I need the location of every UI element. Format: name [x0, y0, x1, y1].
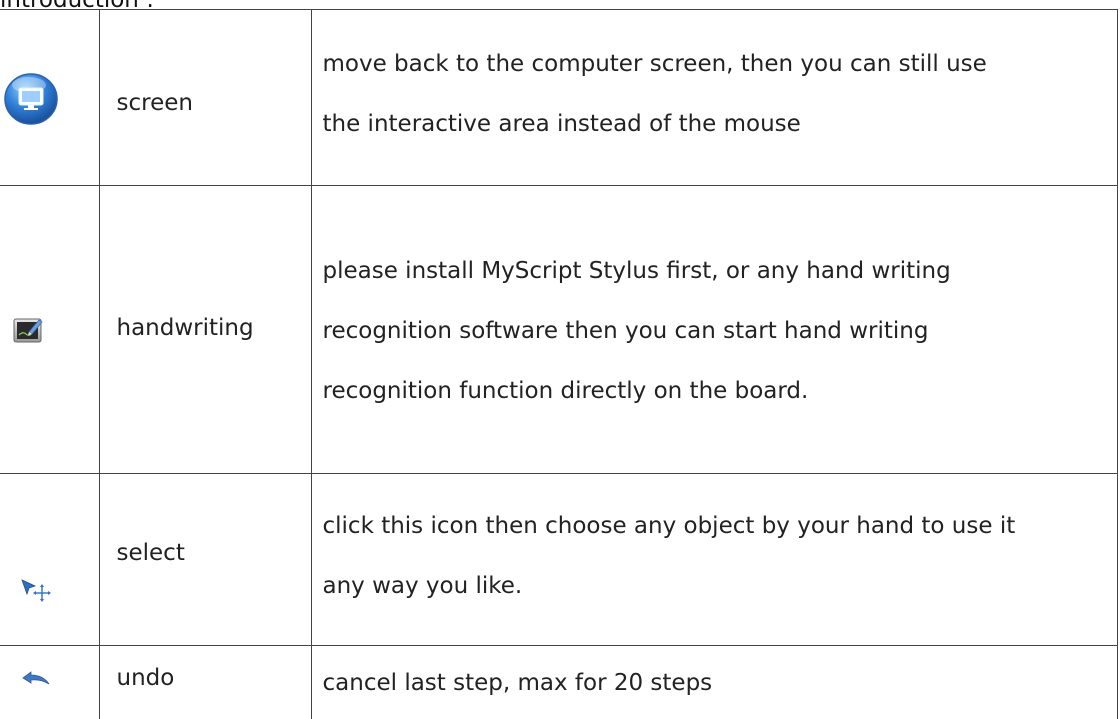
table-row: select click this icon then choose any o… — [0, 474, 1117, 646]
name-cell: undo — [99, 646, 311, 719]
name-cell: screen — [99, 10, 311, 186]
description-line: please install MyScript Stylus first, or… — [312, 241, 1117, 301]
feature-name: handwriting — [108, 315, 311, 341]
description-line: the interactive area instead of the mous… — [312, 94, 1117, 154]
undo-icon[interactable] — [21, 671, 51, 687]
screen-icon[interactable] — [3, 70, 59, 126]
feature-name: undo — [108, 665, 311, 691]
description-line: cancel last step, max for 20 steps — [312, 668, 1117, 698]
handwriting-icon[interactable] — [13, 316, 43, 344]
description-line: click this icon then choose any object b… — [312, 496, 1117, 556]
table-row: screen move back to the computer screen,… — [0, 10, 1117, 186]
description-cell: please install MyScript Stylus first, or… — [311, 186, 1117, 474]
description-line: recognition function directly on the boa… — [312, 361, 1117, 421]
select-icon[interactable] — [20, 578, 52, 602]
icon-cell — [0, 186, 99, 474]
name-cell: handwriting — [99, 186, 311, 474]
table-row: undo cancel last step, max for 20 steps — [0, 646, 1117, 719]
icon-cell — [0, 646, 99, 719]
description-cell: click this icon then choose any object b… — [311, 474, 1117, 646]
feature-name: screen — [108, 90, 311, 116]
description-line: any way you like. — [312, 556, 1117, 616]
description-cell: cancel last step, max for 20 steps — [311, 646, 1117, 719]
name-cell: select — [99, 474, 311, 646]
icon-cell — [0, 10, 99, 186]
icon-cell — [0, 474, 99, 646]
description-line: recognition software then you can start … — [312, 301, 1117, 361]
feature-table: screen move back to the computer screen,… — [0, 9, 1118, 719]
table-row: handwriting please install MyScript Styl… — [0, 186, 1117, 474]
description-line: move back to the computer screen, then y… — [312, 34, 1117, 94]
feature-name: select — [108, 540, 311, 566]
description-cell: move back to the computer screen, then y… — [311, 10, 1117, 186]
